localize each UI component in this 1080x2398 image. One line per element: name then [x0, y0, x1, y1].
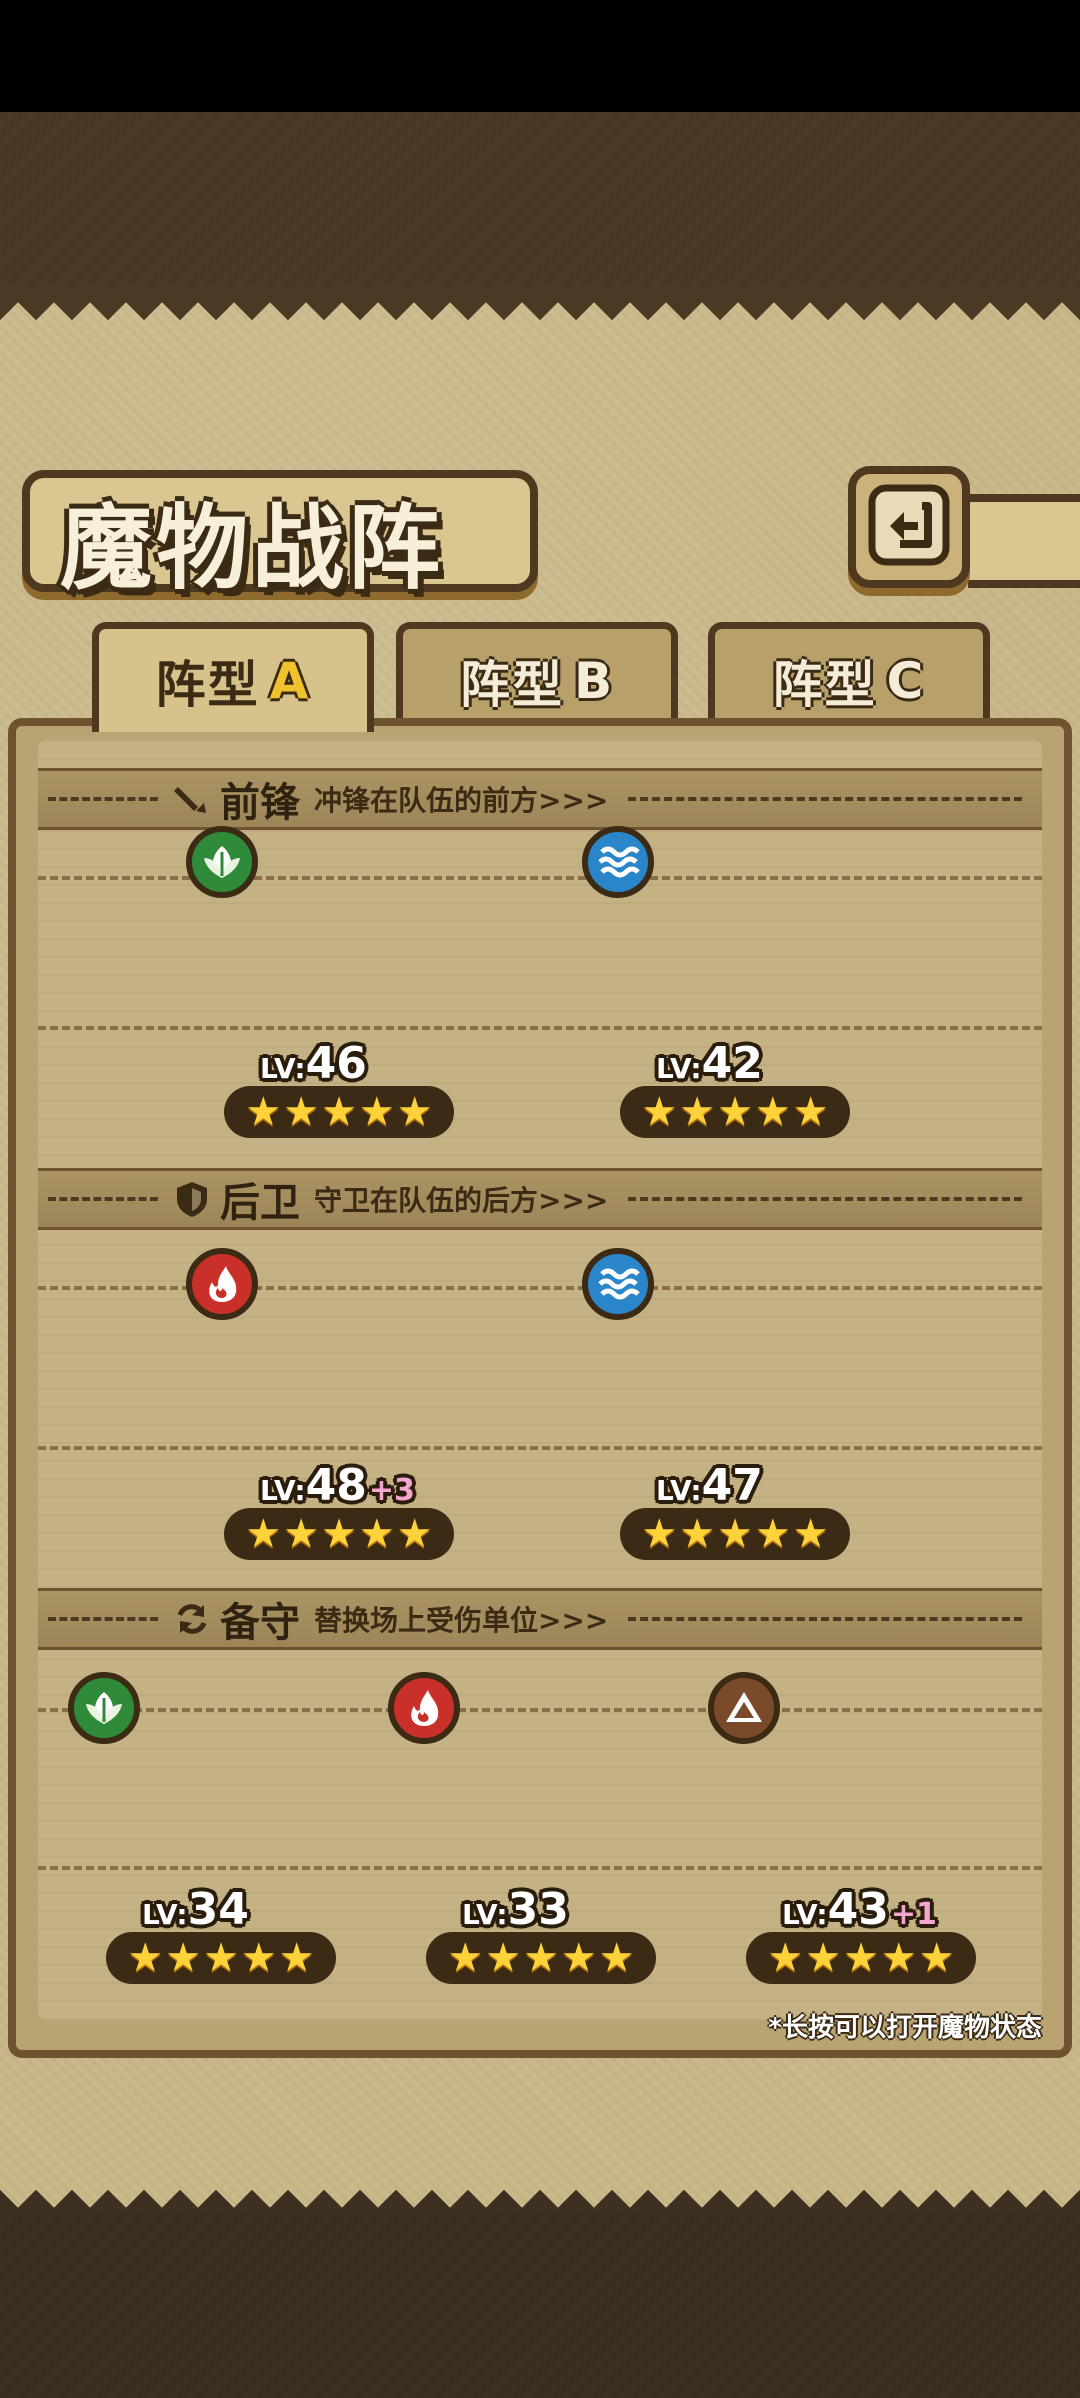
- water-icon: [582, 1248, 654, 1320]
- star-icon: ★: [321, 1089, 357, 1135]
- torn-edge-top: [0, 284, 1080, 320]
- section-rearguard-header: 后卫 守卫在队伍的后方>>>: [38, 1168, 1042, 1230]
- star-icon: ★: [245, 1089, 282, 1135]
- star-icon: ★: [396, 1089, 433, 1135]
- leaf-icon: [68, 1672, 140, 1744]
- level-label: LV: 47: [656, 1460, 763, 1511]
- back-button[interactable]: [848, 466, 970, 588]
- section-reserve-description: 替换场上受伤单位>>>: [314, 1604, 609, 1637]
- star-icon: ★: [447, 1935, 484, 1981]
- star-icon: ★: [805, 1935, 842, 1981]
- star-icon: ★: [283, 1511, 320, 1557]
- star-icon: ★: [754, 1511, 791, 1557]
- star-icon: ★: [165, 1935, 202, 1981]
- star-icon: ★: [127, 1935, 164, 1981]
- section-rearguard-title: 后卫: [220, 1180, 300, 1226]
- star-icon: ★: [717, 1089, 753, 1135]
- long-press-hint: *长按可以打开魔物状态: [768, 2013, 1042, 2043]
- tab-label: 阵型: [155, 655, 260, 714]
- star-rating: ★ ★ ★ ★ ★: [620, 1508, 850, 1560]
- star-icon: ★: [278, 1935, 315, 1981]
- level-label: LV: 46: [260, 1038, 367, 1089]
- star-rating: ★ ★ ★ ★ ★: [620, 1086, 850, 1138]
- formation-panel-inner: [38, 740, 1042, 2020]
- tab-label: 阵型: [772, 655, 877, 714]
- map-background-bottom: [0, 2215, 1080, 2398]
- swap-icon: [170, 1597, 214, 1641]
- star-icon: ★: [358, 1089, 395, 1135]
- back-arrow-icon: [866, 482, 952, 572]
- tab-suffix: C: [886, 651, 926, 710]
- star-icon: ★: [843, 1935, 879, 1981]
- star-icon: ★: [485, 1935, 522, 1981]
- star-icon: ★: [203, 1935, 239, 1981]
- star-icon: ★: [679, 1089, 716, 1135]
- star-rating: ★ ★ ★ ★ ★: [426, 1932, 656, 1984]
- star-icon: ★: [918, 1935, 955, 1981]
- star-rating: ★ ★ ★ ★ ★: [746, 1932, 976, 1984]
- shield-icon: [170, 1177, 214, 1221]
- level-label: LV: 33: [462, 1884, 569, 1935]
- earth-icon: [708, 1672, 780, 1744]
- star-icon: ★: [754, 1089, 791, 1135]
- star-icon: ★: [641, 1511, 678, 1557]
- star-icon: ★: [767, 1935, 804, 1981]
- formation-panel: 前锋 冲锋在队伍的前方>>> 后卫 守卫在队伍的后方>>> 备守 替换场上受伤单…: [8, 718, 1072, 2058]
- section-reserve-title: 备守: [220, 1600, 300, 1646]
- tab-suffix: A: [269, 651, 311, 710]
- tab-formation-b[interactable]: 阵型 B: [396, 622, 678, 732]
- page-title: 魔物战阵: [60, 494, 445, 602]
- star-icon: ★: [679, 1511, 716, 1557]
- star-icon: ★: [358, 1511, 395, 1557]
- star-rating: ★ ★ ★ ★ ★: [224, 1086, 454, 1138]
- fire-icon: [186, 1248, 258, 1320]
- fire-icon: [388, 1672, 460, 1744]
- star-icon: ★: [641, 1089, 678, 1135]
- section-rearguard-description: 守卫在队伍的后方>>>: [314, 1184, 609, 1217]
- status-bar: [0, 0, 1080, 112]
- tab-suffix: B: [573, 651, 615, 710]
- leaf-icon: [186, 826, 258, 898]
- star-rating: ★ ★ ★ ★ ★: [106, 1932, 336, 1984]
- star-icon: ★: [396, 1511, 433, 1557]
- star-icon: ★: [792, 1089, 829, 1135]
- section-vanguard-header: 前锋 冲锋在队伍的前方>>>: [38, 768, 1042, 830]
- star-icon: ★: [880, 1935, 917, 1981]
- star-icon: ★: [523, 1935, 559, 1981]
- star-icon: ★: [283, 1089, 320, 1135]
- sword-icon: [170, 777, 214, 821]
- star-icon: ★: [598, 1935, 635, 1981]
- star-rating: ★ ★ ★ ★ ★: [224, 1508, 454, 1560]
- section-vanguard-title: 前锋: [220, 780, 300, 826]
- tab-formation-c[interactable]: 阵型 C: [708, 622, 990, 732]
- tab-label: 阵型: [459, 655, 564, 714]
- section-vanguard-description: 冲锋在队伍的前方>>>: [314, 784, 609, 817]
- section-reserve-header: 备守 替换场上受伤单位>>>: [38, 1588, 1042, 1650]
- level-label: LV: 42: [656, 1038, 763, 1089]
- level-label: LV: 48 +3: [260, 1460, 415, 1511]
- star-icon: ★: [717, 1511, 753, 1557]
- star-icon: ★: [245, 1511, 282, 1557]
- map-background-top: [0, 112, 1080, 302]
- star-icon: ★: [560, 1935, 597, 1981]
- back-button-rail: [968, 494, 1080, 588]
- star-icon: ★: [240, 1935, 277, 1981]
- star-icon: ★: [321, 1511, 357, 1557]
- tab-formation-a[interactable]: 阵型 A: [92, 622, 374, 732]
- star-icon: ★: [792, 1511, 829, 1557]
- level-label: LV: 43 +1: [782, 1884, 937, 1935]
- water-icon: [582, 826, 654, 898]
- level-label: LV: 34: [142, 1884, 249, 1935]
